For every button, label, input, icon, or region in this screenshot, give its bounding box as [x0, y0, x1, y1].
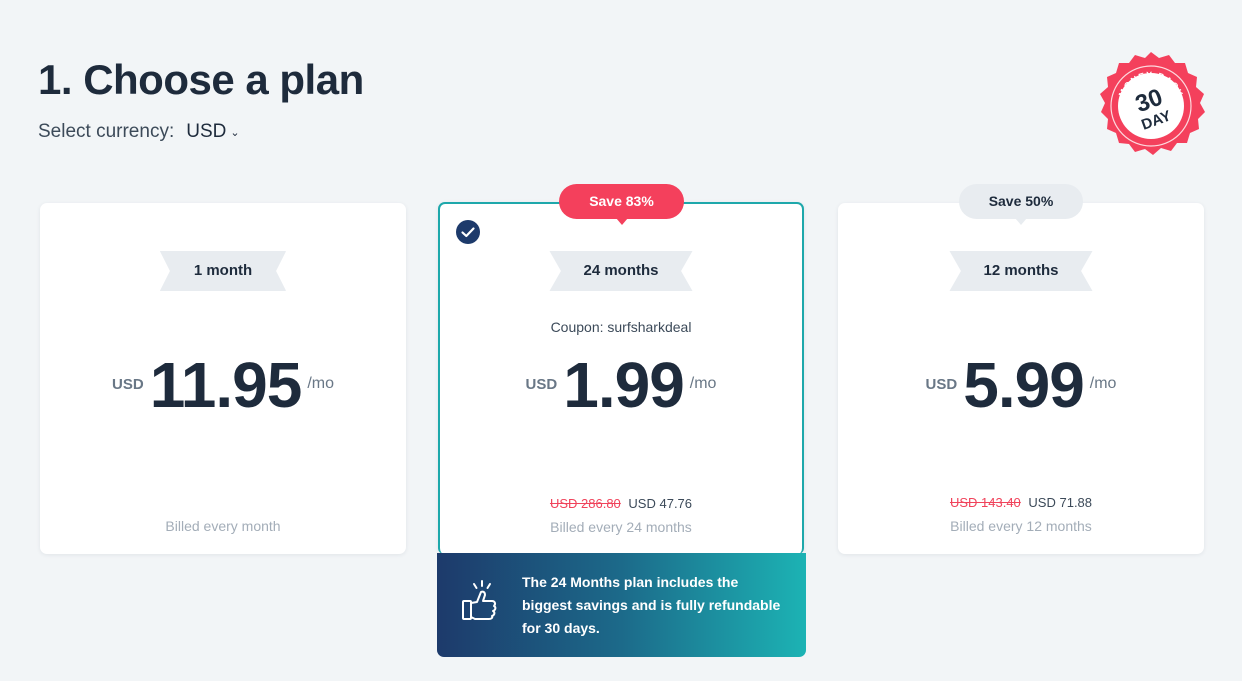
total-price-row: USD 143.40 USD 71.88	[838, 495, 1204, 510]
price-row: USD 5.99 /mo	[838, 350, 1204, 420]
save-badge-24-months: Save 83%	[559, 184, 684, 225]
price-amount: 5.99	[963, 349, 1085, 421]
currency-label: Select currency:	[38, 121, 175, 142]
money-back-guarantee-badge: MONEY BACK 30 DAY GUARANTEE	[1100, 52, 1205, 155]
price-period: /mo	[307, 375, 334, 392]
price-amount: 11.95	[149, 349, 303, 421]
billing-info: Billed every 24 months	[550, 519, 692, 535]
chevron-down-icon: ⌄	[230, 126, 240, 139]
plan-card-24-months[interactable]: 24 months Coupon: surfsharkdeal USD 1.99…	[438, 202, 804, 554]
currency-row: Select currency: USD ⌄	[38, 121, 240, 143]
price-currency: USD	[525, 376, 558, 393]
price-amount: 1.99	[563, 349, 685, 421]
original-price: USD 143.40	[949, 495, 1021, 510]
promo-banner: The 24 Months plan includes the biggest …	[437, 553, 806, 657]
save-badge-12-months: Save 50%	[959, 184, 1083, 225]
price-row: USD 1.99 /mo	[440, 350, 802, 420]
price-period: /mo	[1089, 375, 1117, 392]
promo-text: The 24 Months plan includes the biggest …	[522, 574, 781, 636]
billing-info: Billed every month	[165, 518, 281, 534]
price-period: /mo	[689, 375, 717, 392]
price-currency: USD	[112, 376, 144, 393]
discounted-total: USD 71.88	[1028, 495, 1093, 510]
currency-value: USD	[186, 121, 227, 142]
selected-check-icon	[456, 220, 480, 244]
original-price: USD 286.80	[549, 496, 621, 511]
discounted-total: USD 47.76	[628, 496, 693, 511]
plan-card-12-months[interactable]: 12 months USD 5.99 /mo USD 143.40 USD 71…	[838, 203, 1204, 554]
plan-duration-ribbon: 24 months	[549, 251, 693, 291]
plan-duration-ribbon: 1 month	[159, 251, 287, 291]
thumbs-up-icon	[462, 580, 497, 620]
plan-duration-ribbon: 12 months	[949, 251, 1093, 291]
price-row: USD 11.95 /mo	[40, 350, 406, 420]
billing-info: Billed every 12 months	[950, 518, 1092, 534]
price-currency: USD	[925, 376, 958, 393]
coupon-text: Coupon: surfsharkdeal	[550, 319, 692, 335]
currency-select[interactable]: USD ⌄	[186, 121, 239, 143]
page-title: 1. Choose a plan	[38, 56, 364, 103]
total-price-row: USD 286.80 USD 47.76	[440, 496, 802, 511]
plan-card-1-month[interactable]: 1 month USD 11.95 /mo Billed every month	[40, 203, 406, 554]
